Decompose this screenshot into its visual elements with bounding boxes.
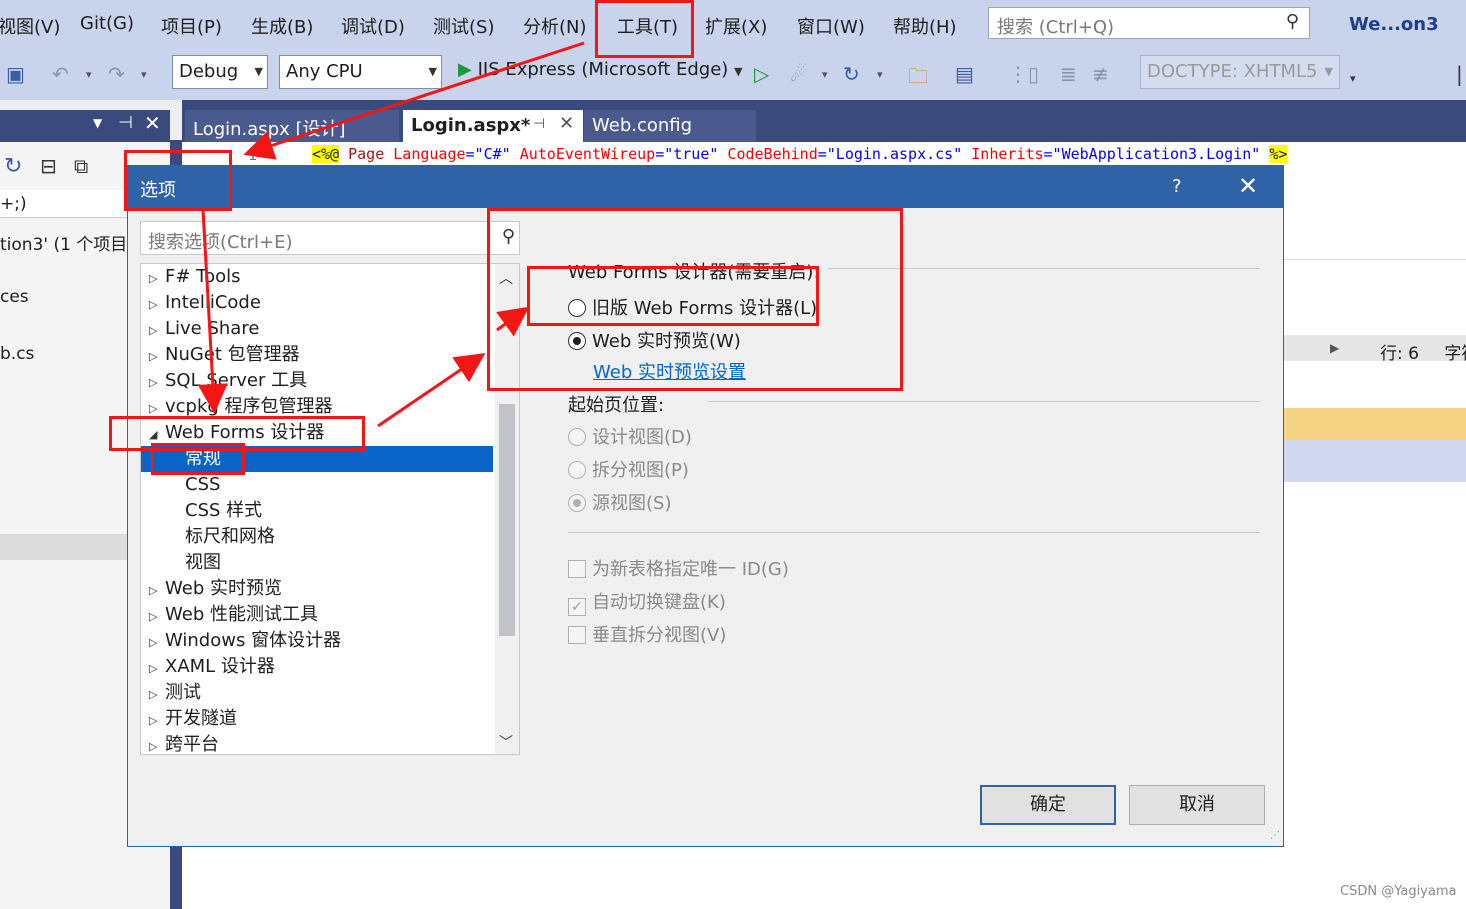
watermark: CSDN @Yagiyama xyxy=(1340,884,1457,899)
arrow-tree-to-settings xyxy=(377,352,486,428)
arrow-options-to-tree xyxy=(197,209,228,414)
arrow-to-legacy-designer xyxy=(496,306,530,337)
annotation-arrows xyxy=(197,41,585,428)
arrow-tools-to-options xyxy=(243,41,585,160)
